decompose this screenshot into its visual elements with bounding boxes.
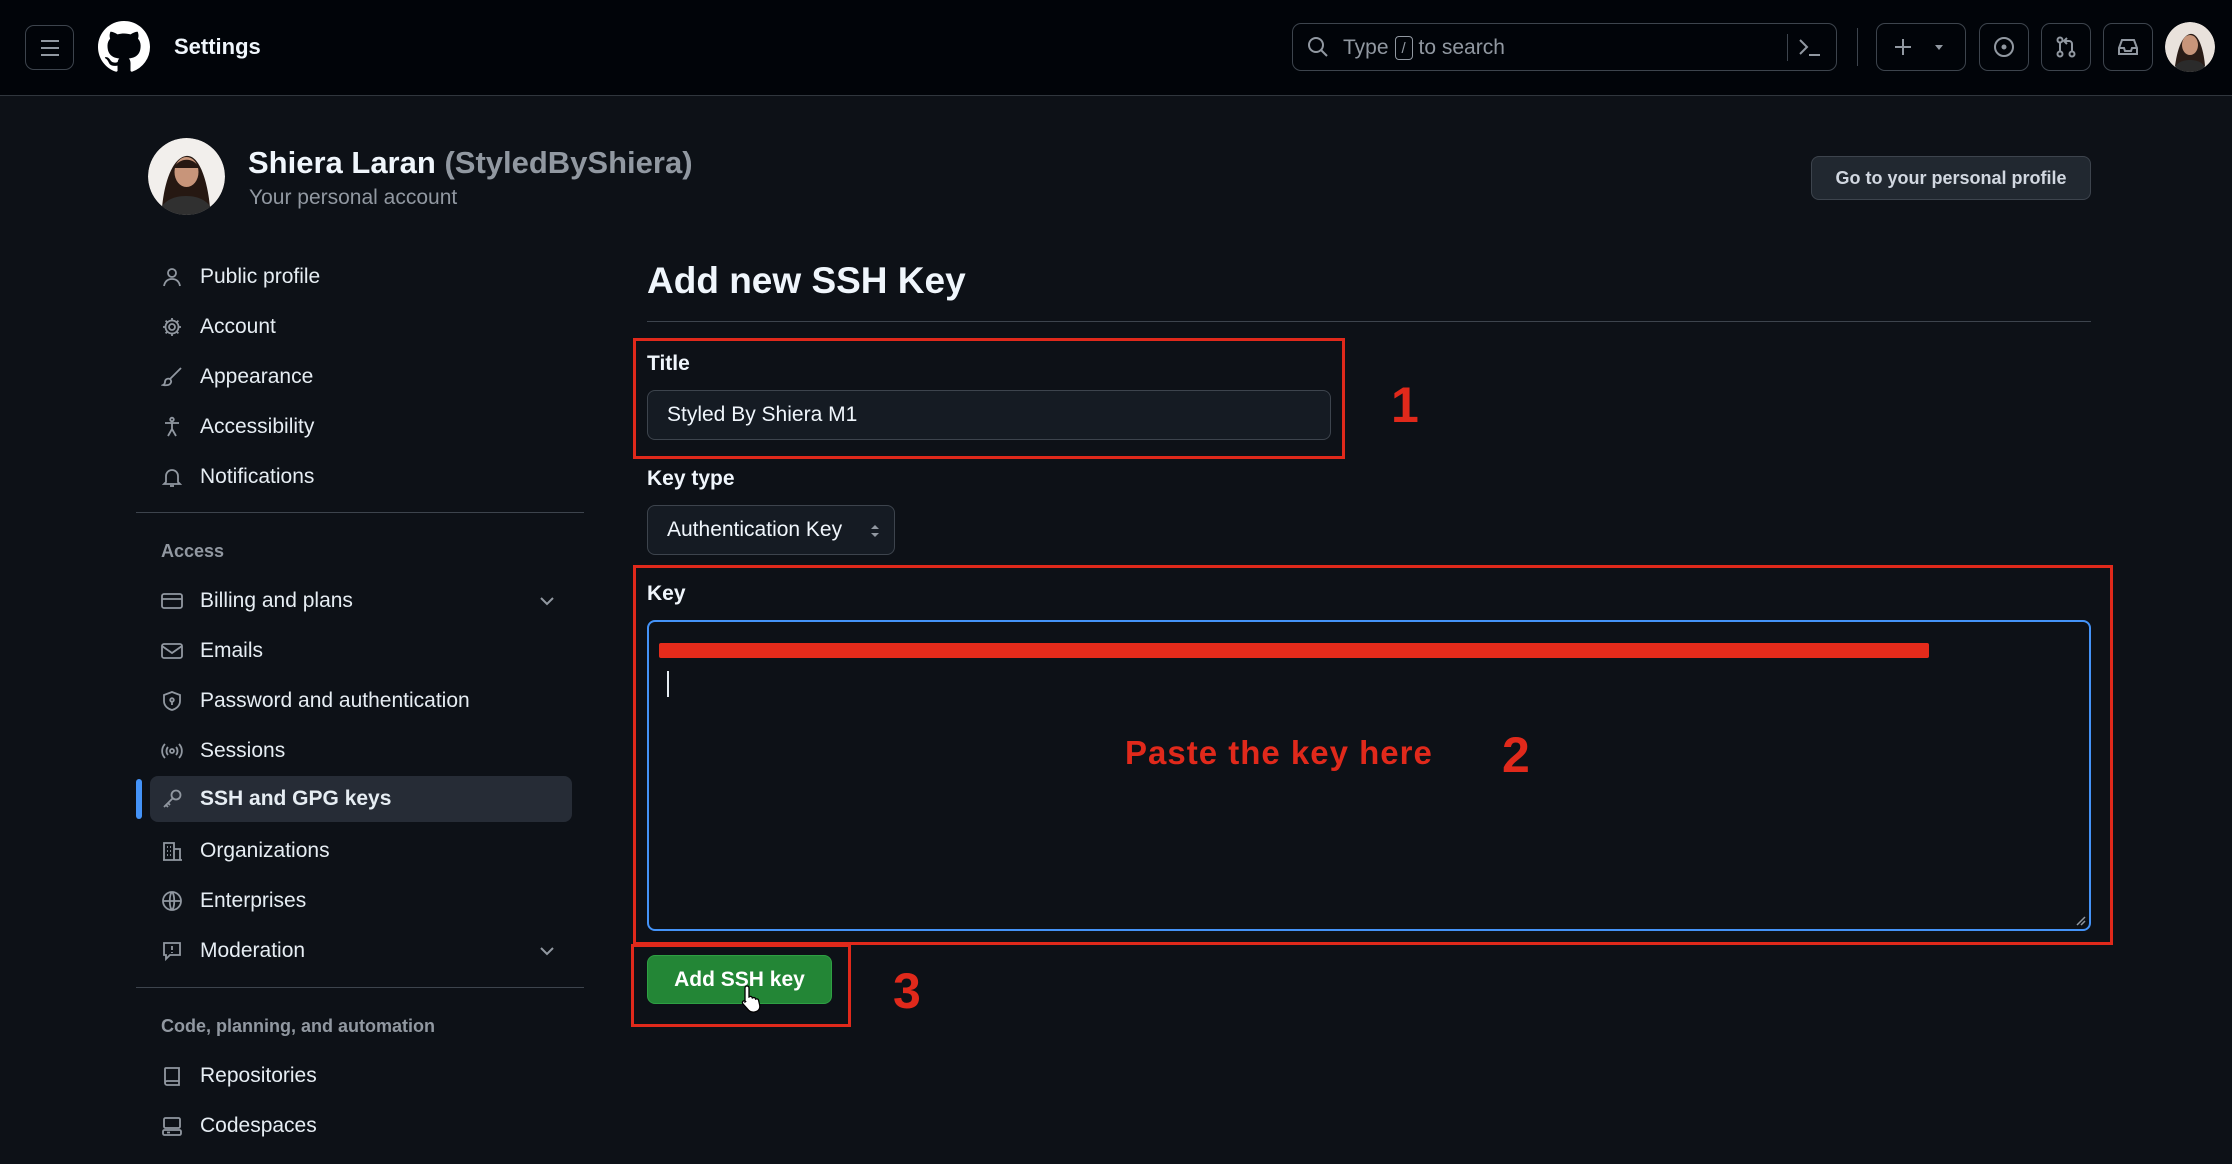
title-divider xyxy=(647,321,2091,322)
go-to-profile-button[interactable]: Go to your personal profile xyxy=(1811,156,2091,200)
sidebar-item-billing[interactable]: Billing and plans xyxy=(150,578,572,624)
key-icon xyxy=(160,787,184,811)
hand-pointer-icon xyxy=(741,985,761,1013)
bell-icon xyxy=(160,465,184,489)
command-palette-icon[interactable] xyxy=(1797,35,1823,59)
chevron-down-icon[interactable] xyxy=(536,590,558,612)
annotation-number-3: 3 xyxy=(893,963,921,1019)
page-title: Add new SSH Key xyxy=(647,260,966,301)
sidebar-item-label: Moderation xyxy=(200,939,306,962)
profile-avatar xyxy=(148,138,225,215)
sidebar-section-heading: Code, planning, and automation xyxy=(161,1016,435,1036)
sidebar-item-label: Emails xyxy=(200,639,264,662)
sidebar-item-appearance[interactable]: Appearance xyxy=(150,354,572,400)
sidebar-item-label: Billing and plans xyxy=(200,589,353,612)
sidebar-item-label: Notifications xyxy=(200,465,315,488)
inbox-icon xyxy=(2118,39,2138,55)
profile-handle: (StyledByShiera) xyxy=(444,145,693,180)
report-icon xyxy=(160,939,184,963)
sidebar-item-public-profile[interactable]: Public profile xyxy=(150,254,572,300)
key-type-selected-value: Authentication Key xyxy=(667,518,843,541)
sidebar-item-label: Repositories xyxy=(200,1064,317,1087)
chevron-down-icon[interactable] xyxy=(536,940,558,962)
sidebar-item-ssh-gpg-keys[interactable]: SSH and GPG keys xyxy=(150,776,572,822)
sidebar-item-emails[interactable]: Emails xyxy=(150,628,572,674)
sidebar-item-label: Public profile xyxy=(200,265,321,288)
credit-card-icon xyxy=(160,589,184,613)
globe-icon xyxy=(160,889,184,913)
sidebar-item-sessions[interactable]: Sessions xyxy=(150,728,572,774)
plus-icon xyxy=(1895,39,1911,55)
broadcast-icon xyxy=(160,739,184,763)
inbox-button[interactable] xyxy=(2103,23,2153,71)
search-divider xyxy=(1787,34,1788,61)
user-avatar[interactable] xyxy=(2165,22,2215,72)
sidebar-item-moderation[interactable]: Moderation xyxy=(150,928,572,974)
sidebar-item-label: Codespaces xyxy=(200,1114,317,1137)
annotation-number-1: 1 xyxy=(1391,377,1419,433)
sidebar-item-label: Organizations xyxy=(200,839,330,862)
sidebar-item-codespaces[interactable]: Codespaces xyxy=(150,1103,572,1149)
sidebar-item-label: SSH and GPG keys xyxy=(200,787,392,810)
sidebar-item-label: Sessions xyxy=(200,739,286,762)
search-placeholder-suffix: to search xyxy=(1418,36,1505,59)
page-context-title: Settings xyxy=(174,34,261,59)
sidebar-item-accessibility[interactable]: Accessibility xyxy=(150,404,572,450)
sidebar-item-label: Accessibility xyxy=(200,415,315,438)
sidebar-divider xyxy=(136,512,584,513)
sidebar-item-account[interactable]: Account xyxy=(150,304,572,350)
sidebar-item-label: Account xyxy=(200,315,276,338)
sidebar-item-repositories[interactable]: Repositories xyxy=(150,1053,572,1099)
sidebar-item-label: Enterprises xyxy=(200,889,307,912)
search-icon xyxy=(1308,37,1328,57)
sidebar-section-heading: Access xyxy=(161,541,225,561)
hamburger-menu-button[interactable] xyxy=(25,25,74,70)
profile-name: Shiera Laran (StyledByShiera) xyxy=(248,145,693,181)
sidebar-item-label: Appearance xyxy=(200,365,314,388)
profile-display-name: Shiera Laran xyxy=(248,145,436,180)
paintbrush-icon xyxy=(160,365,184,389)
profile-subtitle: Your personal account xyxy=(249,186,458,209)
organization-icon xyxy=(160,839,184,863)
accessibility-icon xyxy=(160,415,184,439)
sidebar-item-enterprises[interactable]: Enterprises xyxy=(150,878,572,924)
top-header: Settings Type / to search xyxy=(0,0,2232,96)
git-pull-request-icon xyxy=(2056,36,2076,58)
gear-icon xyxy=(160,315,184,339)
sidebar-item-password[interactable]: Password and authentication xyxy=(150,678,572,724)
person-icon xyxy=(160,265,184,289)
sidebar-item-label: Password and authentication xyxy=(200,689,470,712)
shield-lock-icon xyxy=(160,689,184,713)
search-placeholder-prefix: Type xyxy=(1343,36,1389,59)
pull-requests-button[interactable] xyxy=(2041,23,2091,71)
active-indicator xyxy=(136,779,142,819)
repo-icon xyxy=(160,1064,184,1088)
select-arrows-icon xyxy=(871,525,879,537)
key-type-label: Key type xyxy=(647,467,735,490)
hamburger-icon xyxy=(40,39,59,56)
search-placeholder: Type / to search xyxy=(1343,36,1505,60)
header-separator xyxy=(1857,28,1858,66)
annotation-paste-hint: Paste the key here xyxy=(1125,734,1433,771)
issues-button[interactable] xyxy=(1979,23,2029,71)
create-new-button[interactable] xyxy=(1876,23,1966,71)
key-type-select[interactable]: Authentication Key xyxy=(647,505,895,555)
sidebar-item-notifications[interactable]: Notifications xyxy=(150,454,572,500)
search-input[interactable]: Type / to search xyxy=(1292,23,1837,71)
annotation-box-title xyxy=(633,338,1345,459)
triangle-down-icon xyxy=(1935,45,1943,50)
mail-icon xyxy=(160,639,184,663)
sidebar-divider xyxy=(136,987,584,988)
codespaces-icon xyxy=(160,1114,184,1138)
search-shortcut-key: / xyxy=(1394,36,1413,60)
sidebar-item-organizations[interactable]: Organizations xyxy=(150,828,572,874)
github-logo-icon[interactable] xyxy=(98,21,150,73)
annotation-number-2: 2 xyxy=(1502,727,1530,783)
issue-opened-icon xyxy=(1994,37,2014,57)
